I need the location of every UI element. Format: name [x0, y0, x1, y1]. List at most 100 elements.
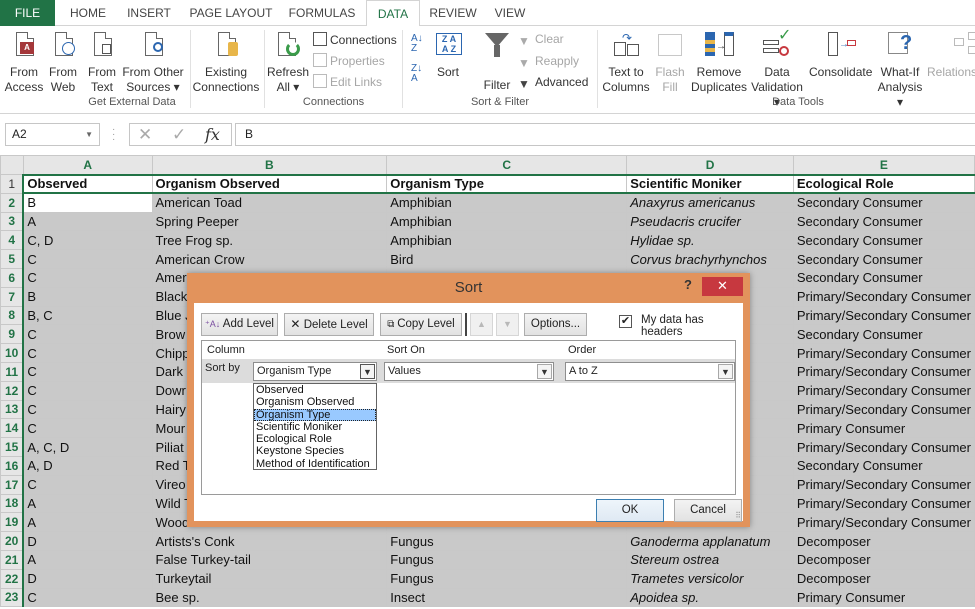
row-header[interactable]: 16 [0, 455, 25, 476]
cell-observed[interactable]: B [22, 286, 153, 307]
dropdown-option[interactable]: Observed [254, 384, 376, 396]
sort-column-select[interactable]: Organism Type ▼ [253, 362, 377, 381]
cell-observed[interactable]: C [22, 418, 153, 439]
cell-observed[interactable]: C, D [22, 230, 153, 251]
text-to-columns-button[interactable]: ↷ Text to Columns [601, 30, 651, 95]
row-header[interactable]: 3 [0, 211, 25, 232]
cell-ecological-role[interactable]: Primary/Secondary Consumer [792, 380, 975, 401]
close-button[interactable]: ✕ [702, 277, 743, 296]
cell-observed[interactable]: B [22, 192, 153, 213]
cell-ecological-role[interactable]: Primary/Secondary Consumer [792, 512, 975, 533]
cell-observed[interactable]: C [22, 267, 153, 288]
tab-review[interactable]: REVIEW [426, 0, 480, 26]
cell-observed[interactable]: A [22, 211, 153, 232]
column-header-b[interactable]: B [151, 155, 388, 176]
cell-organism-type[interactable]: Insect [386, 587, 628, 608]
cell-organism-observed[interactable]: False Turkey-tail [151, 549, 388, 570]
refresh-all-button[interactable]: Refresh All ▾ [267, 30, 309, 95]
edit-links-button[interactable]: Edit Links [313, 72, 382, 92]
from-web-button[interactable]: From Web [44, 30, 82, 95]
cell-scientific-moniker[interactable]: Hylidae sp. [626, 230, 794, 251]
cell-scientific-moniker[interactable]: Apoidea sp. [626, 587, 794, 608]
cell-organism-observed[interactable]: Artists's Conk [151, 531, 388, 551]
cell-observed[interactable]: C [22, 587, 153, 608]
row-header[interactable]: 4 [0, 230, 25, 251]
resize-grip-icon[interactable]: ⠿ [735, 512, 741, 520]
cell-organism-type[interactable]: Amphibian [386, 230, 628, 251]
dropdown-option[interactable]: Keystone Species [254, 445, 376, 457]
row-header[interactable]: 23 [0, 587, 25, 608]
cell-ecological-role[interactable]: Secondary Consumer [792, 324, 975, 345]
column-header-e[interactable]: E [792, 155, 975, 176]
cell-observed[interactable]: C [22, 324, 153, 345]
column-header-a[interactable]: A [22, 155, 153, 176]
move-down-button[interactable]: ▼ [496, 313, 519, 336]
tab-home[interactable]: HOME [62, 0, 114, 26]
drag-handle-icon[interactable]: · · · [112, 125, 115, 145]
row-header[interactable]: 20 [0, 531, 25, 551]
row-header[interactable]: 5 [0, 249, 25, 269]
cell-ecological-role[interactable]: Secondary Consumer [792, 230, 975, 251]
row-header[interactable]: 8 [0, 305, 25, 326]
row-header[interactable]: 6 [0, 267, 25, 288]
confirm-entry-icon[interactable]: ✓ [172, 124, 186, 145]
reapply-button[interactable]: ▼ Reapply [518, 51, 579, 71]
row-header[interactable]: 9 [0, 324, 25, 345]
dropdown-option[interactable]: Organism Type [254, 408, 376, 421]
cell-organism-observed[interactable]: American Toad [151, 192, 388, 213]
add-level-button[interactable]: ⁺A↓ Add Level [201, 313, 278, 336]
cell-observed[interactable]: B, C [22, 305, 153, 326]
row-header[interactable]: 21 [0, 549, 25, 570]
cell-ecological-role[interactable]: Primary/Secondary Consumer [792, 343, 975, 363]
cell-ecological-role[interactable]: Secondary Consumer [792, 267, 975, 288]
column-header-c[interactable]: C [386, 155, 628, 176]
dropdown-option[interactable]: Ecological Role [254, 433, 376, 445]
cell-ecological-role[interactable]: Secondary Consumer [792, 249, 975, 269]
tab-formulas[interactable]: FORMULAS [284, 0, 360, 26]
cancel-entry-icon[interactable]: ✕ [138, 124, 152, 145]
select-all-corner[interactable] [0, 155, 24, 175]
row-header[interactable]: 10 [0, 343, 25, 363]
cell-ecological-role[interactable]: Primary Consumer [792, 587, 975, 608]
column-header-d[interactable]: D [626, 155, 794, 176]
row-header[interactable]: 13 [0, 399, 25, 420]
cell-observed[interactable]: A, D [22, 455, 153, 476]
from-other-sources-button[interactable]: From Other Sources ▾ [121, 30, 185, 95]
copy-level-button[interactable]: ⧉ Copy Level [380, 313, 462, 336]
cell-organism-observed[interactable]: Turkeytail [151, 568, 388, 589]
cell-ecological-role[interactable]: Secondary Consumer [792, 455, 975, 476]
cell-organism-type[interactable]: Amphibian [386, 192, 628, 213]
row-header[interactable]: 18 [0, 493, 25, 514]
cell-observed[interactable]: A [22, 512, 153, 533]
chevron-down-icon[interactable]: ▼ [85, 124, 93, 145]
relationships-button[interactable]: Relationships [927, 30, 975, 80]
cell-ecological-role[interactable]: Primary/Secondary Consumer [792, 474, 975, 495]
cell-observed[interactable]: C [22, 380, 153, 401]
cell-organism-observed[interactable]: Tree Frog sp. [151, 230, 388, 251]
cell-observed[interactable]: A, C, D [22, 437, 153, 457]
cell-organism-type[interactable]: Amphibian [386, 211, 628, 232]
cell-ecological-role[interactable]: Primary/Secondary Consumer [792, 493, 975, 514]
order-select[interactable]: A to Z ▼ [565, 362, 735, 381]
header-cell-observed[interactable]: Observed [22, 174, 153, 195]
row-header[interactable]: 12 [0, 380, 25, 401]
cell-organism-type[interactable]: Fungus [386, 531, 628, 551]
cell-organism-type[interactable]: Bird [386, 249, 628, 269]
consolidate-button[interactable]: → Consolidate [809, 30, 872, 80]
row-header[interactable]: 17 [0, 474, 25, 495]
cell-organism-type[interactable]: Fungus [386, 568, 628, 589]
cell-observed[interactable]: C [22, 361, 153, 382]
row-header[interactable]: 7 [0, 286, 25, 307]
cell-organism-observed[interactable]: American Crow [151, 249, 388, 269]
cell-ecological-role[interactable]: Decomposer [792, 549, 975, 570]
connections-button[interactable]: Connections [313, 30, 397, 50]
cell-observed[interactable]: C [22, 343, 153, 363]
advanced-filter-button[interactable]: ▼ Advanced [518, 72, 588, 92]
cell-observed[interactable]: A [22, 549, 153, 570]
dropdown-option[interactable]: Scientific Moniker [254, 421, 376, 433]
row-header[interactable]: 22 [0, 568, 25, 589]
from-access-button[interactable]: A From Access [4, 30, 44, 95]
row-header[interactable]: 1 [0, 174, 25, 194]
headers-checkbox-label[interactable]: My data has headers [641, 314, 743, 338]
dropdown-option[interactable]: Method of Identification [254, 458, 376, 470]
